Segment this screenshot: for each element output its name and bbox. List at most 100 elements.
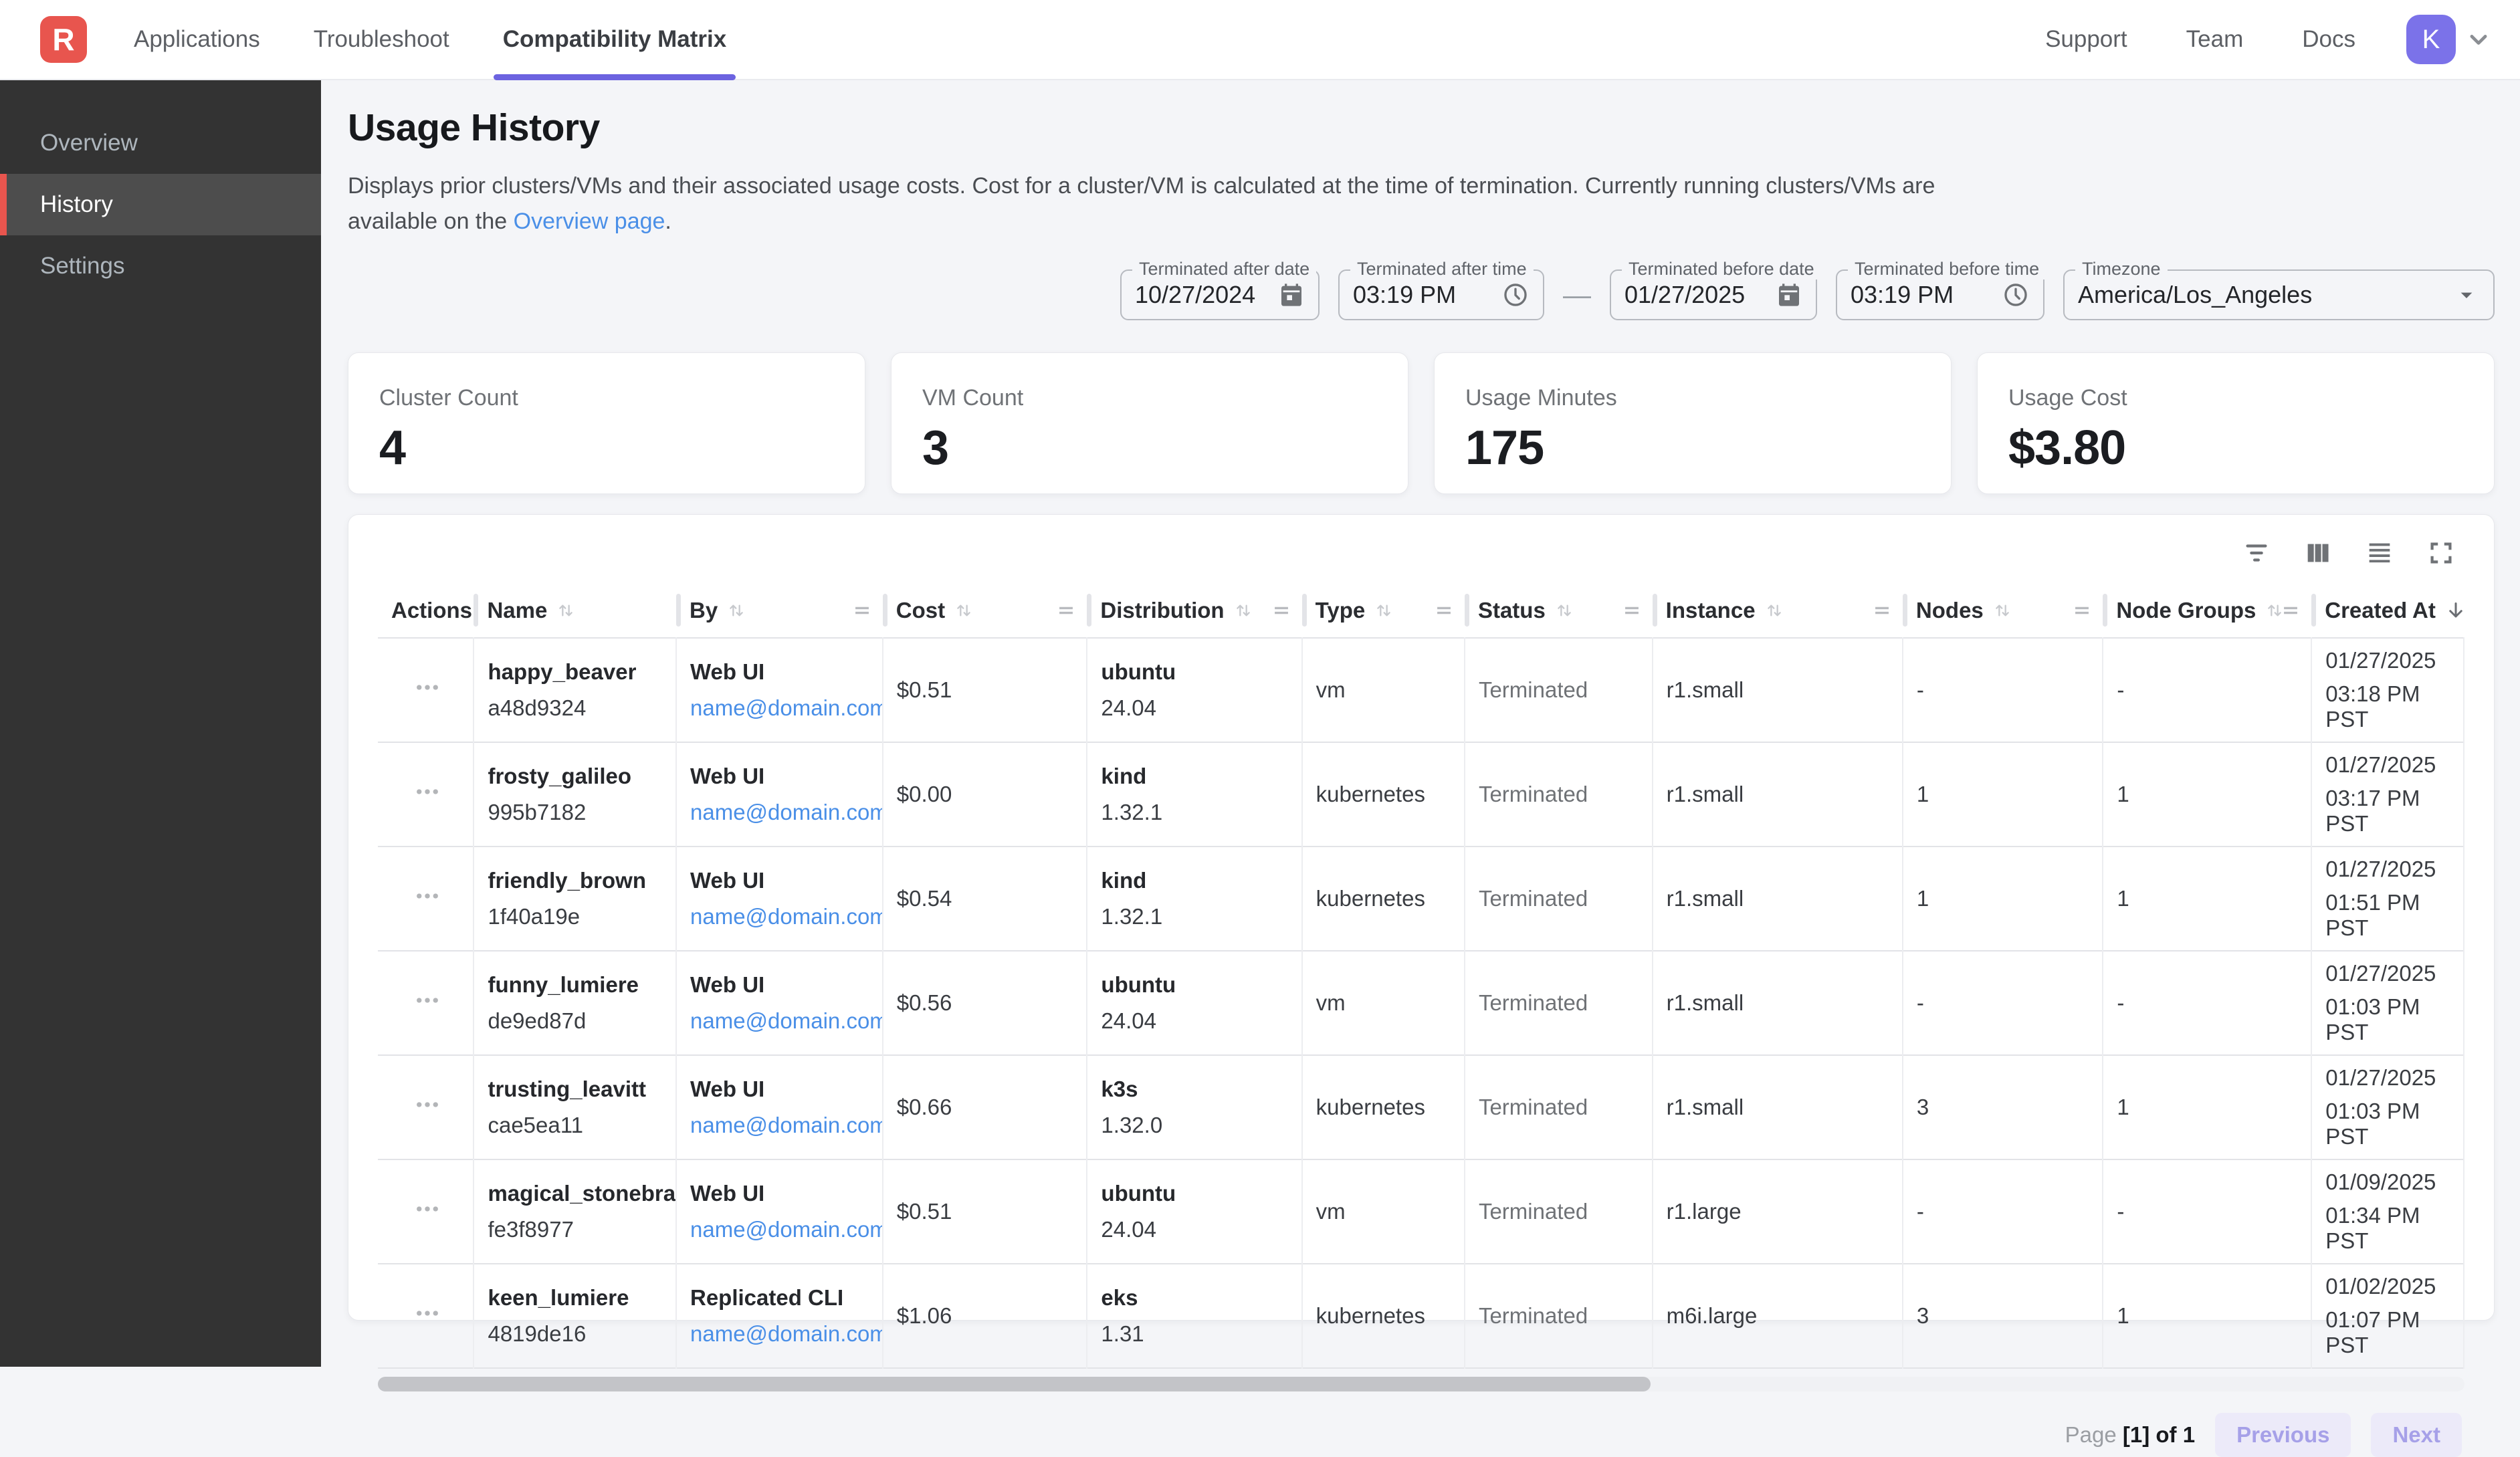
- instance-cell: r1.large: [1653, 1159, 1903, 1264]
- cost-cell: $0.51: [883, 1159, 1087, 1264]
- brand-logo[interactable]: R: [40, 16, 87, 63]
- clock-icon[interactable]: [1501, 281, 1530, 309]
- column-header-type[interactable]: Type: [1302, 583, 1465, 638]
- created-at-cell: 01/09/2025 01:34 PM PST: [2311, 1159, 2464, 1264]
- column-header-distribution[interactable]: Distribution: [1087, 583, 1301, 638]
- filter-icon[interactable]: [2241, 538, 2272, 568]
- distribution-version: 1.31: [1101, 1321, 1291, 1347]
- row-actions-menu-icon[interactable]: [413, 1091, 441, 1119]
- distribution-cell: ubuntu 24.04: [1087, 1159, 1301, 1264]
- created-by-email-link[interactable]: name@domain.com: [690, 904, 873, 929]
- table-row: trusting_leavitt cae5ea11 Web UI name@do…: [378, 1055, 2464, 1159]
- created-by-email-link[interactable]: name@domain.com: [690, 1321, 873, 1347]
- terminated-before-date-field[interactable]: Terminated before date 01/27/2025: [1610, 269, 1817, 320]
- nav-item-applications[interactable]: Applications: [107, 0, 287, 79]
- sidebar-item-settings[interactable]: Settings: [0, 235, 321, 297]
- stat-label: Cluster Count: [379, 385, 865, 411]
- by-cell: Web UI name@domain.com: [676, 847, 883, 951]
- created-date: 01/09/2025: [2325, 1169, 2454, 1195]
- created-by-email-link[interactable]: name@domain.com: [690, 695, 873, 721]
- column-header-created-at[interactable]: Created At: [2311, 583, 2464, 638]
- column-header-cost[interactable]: Cost: [883, 583, 1087, 638]
- sort-unsorted-icon: [1764, 600, 1785, 621]
- nodes-cell: -: [1903, 638, 2103, 742]
- terminated-after-date-value: 10/27/2024: [1135, 281, 1255, 309]
- cost-cell: $0.51: [883, 638, 1087, 742]
- row-actions-menu-icon[interactable]: [413, 673, 441, 701]
- cluster-id: de9ed87d: [488, 1008, 666, 1034]
- row-actions-menu-icon[interactable]: [413, 1299, 441, 1327]
- distribution-name: kind: [1101, 764, 1291, 789]
- nodes-cell: 1: [1903, 847, 2103, 951]
- instance-cell: r1.small: [1653, 1055, 1903, 1159]
- clock-icon[interactable]: [2002, 281, 2030, 309]
- column-header-instance[interactable]: Instance: [1653, 583, 1903, 638]
- created-by-email-link[interactable]: name@domain.com: [690, 1113, 873, 1138]
- distribution-version: 1.32.1: [1101, 800, 1291, 825]
- row-actions-menu-icon[interactable]: [413, 882, 441, 910]
- created-by-email-link[interactable]: name@domain.com: [690, 1217, 873, 1242]
- column-resize-handle-icon[interactable]: [1871, 599, 1893, 622]
- created-by-email-link[interactable]: name@domain.com: [690, 1008, 873, 1034]
- table-row: funny_lumiere de9ed87d Web UI name@domai…: [378, 951, 2464, 1055]
- usage-table-card: Actions Name By Cost Distribution Type S…: [348, 514, 2495, 1321]
- row-actions-menu-icon[interactable]: [413, 986, 441, 1014]
- main-layout: Overview History Settings Usage History …: [0, 80, 2520, 1367]
- stat-card-usage-minutes: Usage Minutes 175: [1434, 352, 1952, 494]
- column-resize-handle-icon[interactable]: [2279, 599, 2302, 622]
- nav-link-support[interactable]: Support: [2016, 26, 2157, 53]
- calendar-icon[interactable]: [1776, 282, 1802, 308]
- cost-cell: $0.00: [883, 742, 1087, 847]
- terminated-after-date-field[interactable]: Terminated after date 10/27/2024: [1120, 269, 1320, 320]
- terminated-after-time-field[interactable]: Terminated after time 03:19 PM: [1338, 269, 1544, 320]
- column-header-node-groups[interactable]: Node Groups: [2103, 583, 2311, 638]
- page-info-prefix: Page: [2065, 1422, 2123, 1447]
- node-groups-cell: 1: [2103, 742, 2311, 847]
- terminated-after-time-value: 03:19 PM: [1353, 281, 1456, 309]
- column-resize-handle-icon[interactable]: [1433, 599, 1455, 622]
- filter-bar: Terminated after date 10/27/2024 Termina…: [348, 269, 2495, 320]
- created-by-email-link[interactable]: name@domain.com: [690, 800, 873, 825]
- timezone-select[interactable]: Timezone America/Los_Angeles: [2063, 269, 2495, 320]
- column-header-status[interactable]: Status: [1465, 583, 1653, 638]
- nav-item-compatibility-matrix[interactable]: Compatibility Matrix: [476, 0, 753, 79]
- status-cell: Terminated: [1465, 1159, 1653, 1264]
- created-date: 01/27/2025: [2325, 648, 2454, 673]
- nodes-cell: 3: [1903, 1055, 2103, 1159]
- instance-cell: m6i.large: [1653, 1264, 1903, 1368]
- cluster-name: trusting_leavitt: [488, 1077, 666, 1102]
- terminated-before-time-field[interactable]: Terminated before time 03:19 PM: [1836, 269, 2044, 320]
- density-icon[interactable]: [2364, 538, 2395, 568]
- sidebar-item-history[interactable]: History: [0, 174, 321, 235]
- nav-link-docs[interactable]: Docs: [2273, 26, 2385, 53]
- row-actions-menu-icon[interactable]: [413, 1195, 441, 1223]
- chevron-down-icon[interactable]: [2464, 25, 2493, 54]
- user-avatar[interactable]: K: [2406, 15, 2456, 64]
- previous-page-button[interactable]: Previous: [2215, 1413, 2351, 1457]
- row-actions-cell: [378, 951, 474, 1055]
- column-header-by[interactable]: By: [676, 583, 883, 638]
- column-resize-handle-icon[interactable]: [1620, 599, 1643, 622]
- row-actions-menu-icon[interactable]: [413, 778, 441, 806]
- column-resize-handle-icon[interactable]: [1055, 599, 1077, 622]
- stat-value: 4: [379, 421, 865, 475]
- horizontal-scrollbar-thumb[interactable]: [378, 1377, 1651, 1391]
- page-title: Usage History: [348, 106, 2495, 150]
- nav-link-team[interactable]: Team: [2157, 26, 2273, 53]
- column-header-nodes[interactable]: Nodes: [1903, 583, 2103, 638]
- cost-cell: $1.06: [883, 1264, 1087, 1368]
- created-date: 01/27/2025: [2325, 1065, 2454, 1091]
- sidebar-item-overview[interactable]: Overview: [0, 112, 321, 174]
- next-page-button[interactable]: Next: [2371, 1413, 2462, 1457]
- column-resize-handle-icon[interactable]: [2071, 599, 2093, 622]
- fullscreen-icon[interactable]: [2426, 538, 2456, 568]
- calendar-icon[interactable]: [1278, 282, 1305, 308]
- terminated-after-date-label: Terminated after date: [1132, 259, 1316, 279]
- column-resize-handle-icon[interactable]: [1270, 599, 1293, 622]
- column-header-name[interactable]: Name: [474, 583, 676, 638]
- nav-item-troubleshoot[interactable]: Troubleshoot: [287, 0, 476, 79]
- dropdown-arrow-icon[interactable]: [2453, 282, 2480, 308]
- columns-icon[interactable]: [2303, 538, 2333, 568]
- column-resize-handle-icon[interactable]: [851, 599, 873, 622]
- overview-page-link[interactable]: Overview page: [514, 209, 665, 234]
